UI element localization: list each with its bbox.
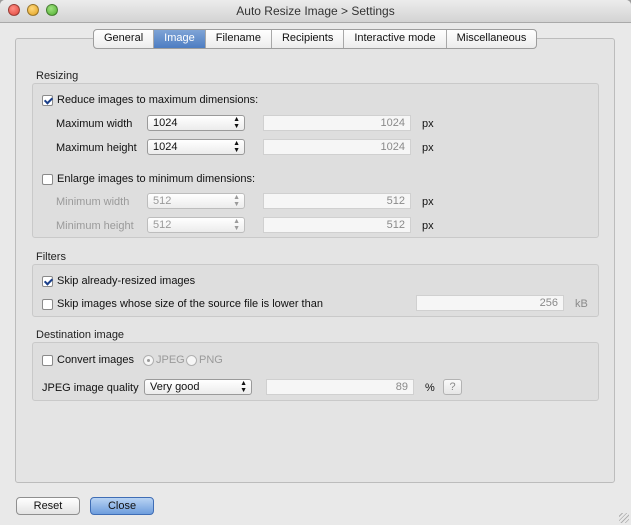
jpeg-quality-unit: % bbox=[425, 382, 435, 394]
min-height-select-value: 512 bbox=[153, 219, 172, 231]
min-height-select[interactable]: 512 ▲ ▼ bbox=[147, 217, 245, 233]
quality-help-button[interactable]: ? bbox=[443, 379, 462, 395]
max-width-select-value: 1024 bbox=[153, 117, 178, 129]
window-title: Auto Resize Image > Settings bbox=[236, 4, 395, 18]
destination-section-title: Destination image bbox=[36, 329, 125, 341]
tab-image[interactable]: Image bbox=[154, 30, 206, 48]
updown-arrows-icon: ▲ ▼ bbox=[233, 218, 240, 232]
jpeg-quality-select[interactable]: Very good ▲ ▼ bbox=[144, 379, 252, 395]
jpeg-quality-field[interactable]: 89 bbox=[266, 379, 414, 395]
tab-interactive-mode[interactable]: Interactive mode bbox=[344, 30, 447, 48]
skip-small-label: Skip images whose size of the source fil… bbox=[57, 298, 323, 310]
min-source-size-unit: kB bbox=[575, 298, 588, 310]
convert-images-label: Convert images bbox=[57, 354, 135, 366]
max-height-select[interactable]: 1024 ▲ ▼ bbox=[147, 139, 245, 155]
checkbox-checked-icon bbox=[42, 94, 53, 106]
enlarge-images-checkbox[interactable]: Enlarge images to minimum dimensions: bbox=[42, 173, 255, 185]
min-height-label: Minimum height bbox=[56, 220, 134, 232]
min-width-unit: px bbox=[422, 196, 434, 208]
resize-grip-icon[interactable] bbox=[619, 513, 629, 523]
tab-recipients[interactable]: Recipients bbox=[272, 30, 345, 48]
reset-button[interactable]: Reset bbox=[16, 497, 80, 515]
resizing-section-title: Resizing bbox=[36, 70, 79, 82]
format-radio-jpeg[interactable]: JPEG bbox=[143, 354, 185, 366]
skip-resized-checkbox[interactable]: Skip already-resized images bbox=[42, 275, 195, 287]
reduce-images-checkbox[interactable]: Reduce images to maximum dimensions: bbox=[42, 94, 258, 106]
tab-bar: General Image Filename Recipients Intera… bbox=[93, 29, 538, 49]
min-width-field[interactable]: 512 bbox=[263, 193, 411, 209]
max-height-select-value: 1024 bbox=[153, 141, 178, 153]
format-jpeg-label: JPEG bbox=[156, 354, 185, 366]
updown-arrows-icon: ▲ ▼ bbox=[233, 140, 240, 154]
convert-images-checkbox[interactable]: Convert images bbox=[42, 354, 134, 366]
checkbox-unchecked-icon bbox=[42, 173, 53, 185]
max-height-field[interactable]: 1024 bbox=[263, 139, 411, 155]
max-width-unit: px bbox=[422, 118, 434, 130]
max-height-unit: px bbox=[422, 142, 434, 154]
min-height-field[interactable]: 512 bbox=[263, 217, 411, 233]
settings-window: Auto Resize Image > Settings General Ima… bbox=[0, 0, 631, 525]
tab-filename[interactable]: Filename bbox=[206, 30, 272, 48]
max-width-field[interactable]: 1024 bbox=[263, 115, 411, 131]
reduce-images-label: Reduce images to maximum dimensions: bbox=[57, 94, 259, 106]
updown-arrows-icon: ▲ ▼ bbox=[233, 194, 240, 208]
skip-resized-label: Skip already-resized images bbox=[57, 275, 196, 287]
filters-section-title: Filters bbox=[36, 251, 66, 263]
max-width-label: Maximum width bbox=[56, 118, 133, 130]
enlarge-images-label: Enlarge images to minimum dimensions: bbox=[57, 173, 256, 185]
min-width-select[interactable]: 512 ▲ ▼ bbox=[147, 193, 245, 209]
jpeg-quality-label: JPEG image quality bbox=[42, 382, 139, 394]
skip-small-checkbox[interactable]: Skip images whose size of the source fil… bbox=[42, 298, 323, 310]
format-png-label: PNG bbox=[199, 354, 223, 366]
radio-unselected-icon bbox=[186, 354, 197, 366]
tab-general[interactable]: General bbox=[94, 30, 155, 48]
updown-arrows-icon: ▲ ▼ bbox=[233, 116, 240, 130]
updown-arrows-icon: ▲ ▼ bbox=[240, 380, 247, 394]
resizing-group bbox=[32, 83, 599, 238]
min-source-size-field[interactable]: 256 bbox=[416, 295, 564, 311]
radio-selected-icon bbox=[143, 354, 154, 366]
min-height-unit: px bbox=[422, 220, 434, 232]
min-width-label: Minimum width bbox=[56, 196, 130, 208]
title-bar: Auto Resize Image > Settings bbox=[0, 0, 631, 23]
max-width-select[interactable]: 1024 ▲ ▼ bbox=[147, 115, 245, 131]
min-width-select-value: 512 bbox=[153, 195, 172, 207]
checkbox-checked-icon bbox=[42, 275, 53, 287]
tab-miscellaneous[interactable]: Miscellaneous bbox=[447, 30, 537, 48]
close-button[interactable]: Close bbox=[90, 497, 154, 515]
checkbox-unchecked-icon bbox=[42, 298, 53, 310]
checkbox-unchecked-icon bbox=[42, 354, 53, 366]
format-radio-png[interactable]: PNG bbox=[186, 354, 223, 366]
max-height-label: Maximum height bbox=[56, 142, 137, 154]
jpeg-quality-select-value: Very good bbox=[150, 381, 200, 393]
